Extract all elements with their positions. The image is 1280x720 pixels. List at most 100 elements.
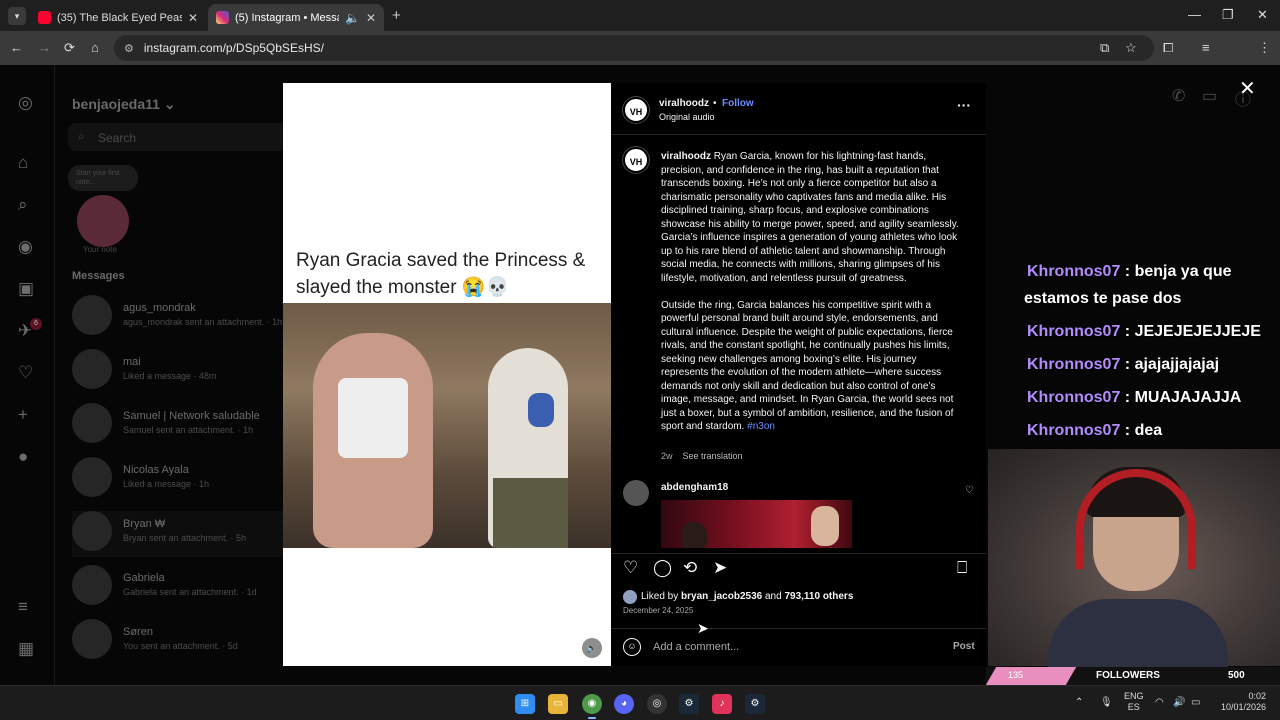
menu-icon[interactable]: ⋮ <box>1258 40 1271 56</box>
likes-summary[interactable]: Liked by bryan_jacob2536 and 793,110 oth… <box>641 591 853 602</box>
audio-icon[interactable]: 🔈 <box>345 11 360 25</box>
back-button[interactable]: ← <box>10 40 23 55</box>
site-info-icon[interactable]: ⚙ <box>124 42 134 55</box>
comment-icon[interactable]: ◯ <box>653 558 672 578</box>
video-frame[interactable] <box>283 303 611 548</box>
chrome-icon[interactable]: ◉ <box>582 694 602 719</box>
liked-by-user[interactable]: bryan_jacob2536 <box>681 591 762 602</box>
followers-label: FOLLOWERS <box>1096 670 1160 681</box>
home-icon[interactable]: ⌂ <box>18 153 28 173</box>
more-options-icon[interactable]: ··· <box>957 97 971 113</box>
tab-label: (35) The Black Eyed Peas - Don <box>57 11 182 24</box>
explore-icon[interactable]: ◉ <box>18 237 33 257</box>
forward-button[interactable]: → <box>38 40 51 55</box>
phone-icon[interactable]: ✆ <box>1172 86 1185 106</box>
like-icon[interactable]: ♡ <box>623 558 638 578</box>
repost-icon[interactable]: ⟲ <box>683 558 697 578</box>
close-window-button[interactable]: ✕ <box>1257 7 1268 23</box>
note-avatar[interactable] <box>77 195 129 247</box>
media-controls-icon[interactable]: ≡ <box>1202 40 1210 55</box>
more-menu-icon[interactable]: ≡ <box>18 597 28 617</box>
note-bubble[interactable]: Start your first note... <box>68 165 138 191</box>
author-avatar[interactable]: VH <box>623 97 649 123</box>
hashtag-link[interactable]: #n3on <box>747 421 775 432</box>
browser-tab-bar: ▾ (35) The Black Eyed Peas - Don ✕ (5) I… <box>0 0 1280 31</box>
like-comment-icon[interactable]: ♡ <box>965 485 974 496</box>
reels-icon[interactable]: ▣ <box>18 279 34 299</box>
close-tab-icon[interactable]: ✕ <box>366 11 376 25</box>
conversation-item[interactable]: agus_mondrak agus_mondrak sent an attachm… <box>72 295 297 341</box>
commenter-username[interactable]: abdengham18 <box>661 482 728 493</box>
post-comment-button[interactable]: Post <box>953 641 975 652</box>
likes-count[interactable]: 793,110 others <box>784 591 853 602</box>
reload-button[interactable]: ⟳ <box>64 40 75 56</box>
tab-search-icon[interactable]: ▾ <box>8 7 26 25</box>
tab-instagram[interactable]: (5) Instagram • Messages 🔈 ✕ <box>208 4 384 31</box>
system-clock[interactable]: 0:02 10/01/2026 <box>1212 691 1266 713</box>
conversation-item[interactable]: Samuel | Network saludable Samuel sent an… <box>72 403 297 449</box>
follow-button[interactable]: Follow <box>722 98 754 109</box>
search-icon[interactable]: ⌕ <box>18 195 28 215</box>
language-indicator[interactable]: ENG ES <box>1124 691 1144 713</box>
minimize-button[interactable]: — <box>1188 7 1201 22</box>
video-call-icon[interactable]: ▭ <box>1202 86 1217 106</box>
conversation-name: agus_mondrak <box>123 302 196 314</box>
apps-icon[interactable]: ▦ <box>18 639 34 659</box>
home-button[interactable]: ⌂ <box>91 40 99 55</box>
url-field[interactable]: ⚙ instagram.com/p/DSp5QbSEsHS/ <box>114 35 1154 61</box>
commenter-avatar[interactable] <box>623 480 649 506</box>
comment-image[interactable] <box>661 500 852 548</box>
conversation-snippet: Liked a message · 48m <box>123 371 217 381</box>
conversation-item[interactable]: Søren You sent an attachment. · 5d <box>72 619 297 665</box>
search-input[interactable]: ⌕ Search <box>68 123 293 151</box>
volume-icon[interactable]: 🔊 <box>1173 697 1185 708</box>
discord-icon[interactable]: ◕ <box>614 694 634 714</box>
mute-icon[interactable]: 🔈 <box>582 638 602 658</box>
close-modal-button[interactable]: ✕ <box>1239 76 1256 101</box>
conversation-item[interactable]: mai Liked a message · 48m <box>72 349 297 395</box>
obs-icon[interactable]: ◎ <box>647 694 667 714</box>
wifi-icon[interactable]: ◠ <box>1155 697 1164 708</box>
add-comment-input[interactable]: Add a comment... <box>653 641 739 653</box>
conversation-item[interactable]: Nicolas Ayala Liked a message · 1h <box>72 457 297 503</box>
search-icon: ⌕ <box>78 129 85 143</box>
caption-author-avatar[interactable]: VH <box>623 147 649 173</box>
caption-author[interactable]: viralhoodz <box>661 151 711 162</box>
chat-line: Khronnos07 : dea <box>1027 417 1280 444</box>
account-username[interactable]: benjaojeda11 ⌄ <box>72 96 176 113</box>
extensions-icon[interactable]: ⧠ <box>1163 40 1173 56</box>
see-translation-link[interactable]: See translation <box>683 451 743 461</box>
save-icon[interactable]: ⎕ <box>957 558 967 578</box>
tab-youtube[interactable]: (35) The Black Eyed Peas - Don ✕ <box>30 4 206 31</box>
chat-user: Khronnos07 <box>1027 263 1121 280</box>
conversation-item[interactable]: Gabriela Gabriela sent an attachment. · 1… <box>72 565 297 611</box>
create-icon[interactable]: + <box>18 405 28 425</box>
battery-icon[interactable]: ▭ <box>1191 697 1200 708</box>
messages-panel: benjaojeda11 ⌄ ⌕ Search Start your first… <box>55 65 297 685</box>
bookmark-star-icon[interactable]: ☆ <box>1125 40 1137 56</box>
chat-line: Khronnos07 : MUAJAJAJJA <box>1027 384 1280 411</box>
tiktok-icon[interactable]: ♪ <box>712 694 732 714</box>
notifications-icon[interactable]: ♡ <box>18 363 33 383</box>
conversation-item[interactable]: Bryan ₩ Bryan sent an attachment. · 5h <box>72 511 297 557</box>
tray-overflow-icon[interactable]: ⌃ <box>1075 697 1083 708</box>
avatar <box>72 295 112 335</box>
original-audio-link[interactable]: Original audio <box>659 112 715 122</box>
install-icon[interactable]: ⧉ <box>1100 40 1109 56</box>
close-tab-icon[interactable]: ✕ <box>188 11 198 25</box>
file-explorer-icon[interactable]: ▭ <box>548 694 568 714</box>
profile-icon[interactable]: ● <box>18 447 28 467</box>
followers-goal: 500 <box>1228 670 1245 681</box>
emoji-icon[interactable]: ☺ <box>623 638 641 656</box>
chat-message: estamos te pase dos <box>1024 290 1182 307</box>
maximize-button[interactable]: ❐ <box>1222 7 1234 23</box>
start-icon[interactable]: ⊞ <box>515 694 535 714</box>
chat-message: : JEJEJEJEJJEJE <box>1124 323 1261 340</box>
share-icon[interactable]: ➤ <box>713 558 727 578</box>
steam-icon[interactable]: ⚙ <box>679 694 699 714</box>
instagram-logo-icon[interactable]: ◎ <box>18 93 33 113</box>
steam-secondary-icon[interactable]: ⚙ <box>745 694 765 714</box>
author-username[interactable]: viralhoodz <box>659 98 709 109</box>
new-tab-button[interactable]: + <box>392 7 401 24</box>
microphone-icon[interactable]: 🎙 <box>1100 697 1113 708</box>
